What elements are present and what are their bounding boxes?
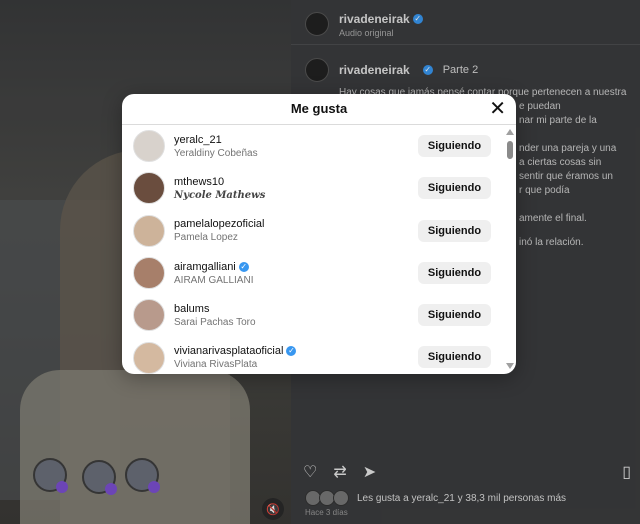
scroll-thumb[interactable] — [507, 141, 513, 159]
username-text[interactable]: airamgalliani — [174, 261, 236, 273]
full-name: Pamela Lopez — [174, 232, 238, 244]
avatar[interactable] — [133, 299, 165, 332]
list-item: vivianarivasplataoficial ✓ Viviana RivasP… — [122, 336, 516, 374]
following-button[interactable]: Siguiendo — [418, 346, 491, 369]
dialog-header: Me gusta ✕ — [122, 94, 516, 125]
username[interactable]: airamgalliani ✓ — [174, 261, 253, 273]
following-button[interactable]: Siguiendo — [418, 135, 491, 157]
full-name: Nycole Mathews — [174, 189, 266, 201]
scroll-down-icon[interactable] — [506, 363, 514, 369]
following-button[interactable]: Siguiendo — [418, 177, 491, 200]
list-item: mthews10 Nycole Mathews Siguiendo — [122, 167, 516, 209]
avatar[interactable] — [133, 172, 165, 205]
avatar[interactable] — [133, 130, 165, 163]
dialog-title: Me gusta — [290, 101, 348, 116]
following-button[interactable]: Siguiendo — [418, 219, 491, 242]
likes-dialog: Me gusta ✕ yeralc_21 Yeraldiny Cobeñas S… — [122, 94, 516, 374]
username[interactable]: vivianarivasplataoficial ✓ — [174, 345, 297, 357]
username[interactable]: balums — [174, 303, 256, 315]
full-name: Viviana RivasPlata — [174, 359, 258, 371]
username[interactable]: mthews10 — [174, 176, 265, 188]
list-item: balums Sarai Pachas Toro Siguiendo — [122, 294, 516, 336]
scroll-up-icon[interactable] — [506, 129, 514, 135]
username[interactable]: pamelalopezoficial — [174, 218, 265, 230]
avatar[interactable] — [133, 257, 165, 290]
verified-icon: ✓ — [238, 261, 249, 272]
list-item: yeralc_21 Yeraldiny Cobeñas Siguiendo — [122, 125, 516, 167]
full-name: Yeraldiny Cobeñas — [174, 147, 258, 159]
list-item: pamelalopezoficial Pamela Lopez Siguiend… — [122, 210, 516, 252]
close-icon[interactable]: ✕ — [489, 94, 506, 124]
avatar[interactable] — [133, 341, 165, 374]
scrollbar[interactable] — [506, 127, 514, 371]
full-name: Sarai Pachas Toro — [174, 316, 256, 328]
verified-icon: ✓ — [286, 346, 297, 357]
list-item: airamgalliani ✓ AIRAM GALLIANI Siguiendo — [122, 252, 516, 294]
avatar[interactable] — [133, 214, 165, 247]
full-name: AIRAM GALLIANI — [174, 274, 254, 286]
username[interactable]: yeralc_21 — [174, 134, 258, 146]
following-button[interactable]: Siguiendo — [418, 304, 491, 327]
username-text[interactable]: vivianarivasplataoficial — [174, 345, 283, 357]
following-button[interactable]: Siguiendo — [418, 261, 491, 284]
likes-list: yeralc_21 Yeraldiny Cobeñas Siguiendo mt… — [122, 125, 516, 374]
